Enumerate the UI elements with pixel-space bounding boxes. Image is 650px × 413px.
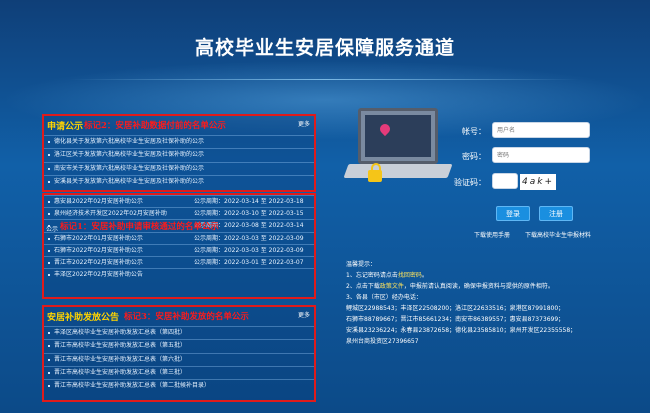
list-item[interactable]: 泉州经济技术开发区2022年02月安居补助 公示周期：2022-03-10 至 2… [44,207,314,219]
password-label: 密码： [462,152,486,161]
item-period: 公示周期：2022-03-10 至 2022-03-15 [194,210,304,218]
list-item[interactable]: 安溪县关于发放第六批高校毕业生安居及社保补助的公示 [44,174,314,188]
captcha-label: 验证码： [454,178,486,187]
panel-title: 安居补助发放公告 [47,313,120,323]
captcha-image[interactable]: 4ak+ [520,174,556,190]
tip-line-3: 3、各县（市区）经办电话： [346,294,422,301]
annotation-mark-1: 标记1：安居补助申请审核通过的名单公示 [60,222,219,232]
item-name: 惠安县2022年02月安居补助公示 [54,198,143,205]
list-item[interactable]: 石狮市2022年02月安居补助公示 公示周期：2022-03-03 至 2022-… [44,243,314,256]
lock-icon [368,163,382,182]
item-name: 晋江市2022年02月安居补助公示 [54,258,143,266]
annotation-mark-2: 标记2：安居补助数据付前的名单公示 [84,121,226,131]
list-item[interactable]: 洛江区关于发放第六批高校毕业生安居及社保补助的公示 [44,148,314,161]
item-name: 泉州经济技术开发区2022年02月安居补助 [54,210,167,218]
title-divider [70,79,580,80]
annotation-mark-3: 标记3：安居补助发放的名单公示 [124,312,249,322]
list-item[interactable]: 晋江市高校毕业生安居补助发放汇总表（第六批） [44,352,314,366]
list-item[interactable]: 晋江市高校毕业生安居补助发放汇总表（第五批） [44,339,314,352]
tips-section: 温馨提示： 1、忘记密码请点击找回密码。 2、点击下载政策文件，申报前请认真阅读… [346,259,646,347]
list-item[interactable]: 晋江市高校毕业生安居补助发放汇总表（第二批候补目录） [44,379,314,392]
tip-line-7: 泉州台商投资区27396657 [346,338,419,345]
password-input[interactable] [492,147,590,163]
register-button[interactable]: 注册 [539,206,573,221]
item-period: 公示周期：2022-03-03 至 2022-03-09 [194,234,304,242]
list-item[interactable]: 晋江市高校毕业生安居补助发放汇总表（第三批） [44,365,314,379]
more-link[interactable]: 更多 [298,310,310,319]
subsidy-publicity-panel: 惠安县2022年02月安居补助公示 公示周期：2022-03-14 至 2022-… [42,193,316,299]
list-item[interactable]: 惠安县2022年02月安居补助公示 公示周期：2022-03-14 至 2022-… [44,195,314,207]
item-name: 石狮市2022年02月安居补助公示 [54,246,143,254]
list-item[interactable]: 丰泽区2022年02月安居补助公告 [44,268,314,280]
list-item[interactable]: 德化县关于发放第六批高校毕业生安居及社保补助的公示 [44,135,314,148]
laptop-base [343,164,453,178]
tip-line-6: 安溪县23236224；永春县23872658；德化县23585810；泉州开发… [346,327,577,334]
captcha-input[interactable] [492,173,518,189]
laptop-illustration [340,104,453,204]
application-announcement-panel: 申请公示 标记2：安居补助数据付前的名单公示 更多 德化县关于发放第六批高校毕业… [42,114,316,192]
item-period: 公示周期：2022-03-14 至 2022-03-18 [194,198,304,205]
download-materials-link[interactable]: 下载高校毕业生申报材料 [525,230,591,239]
account-input[interactable] [492,122,590,138]
list-item[interactable]: 晋江市2022年02月安居补助公示 公示周期：2022-03-01 至 2022-… [44,255,314,268]
item-name: 丰泽区2022年02月安居补助公告 [54,271,143,279]
publicity-label: 公示 [46,226,59,233]
find-password-link[interactable]: 找回密码 [398,272,422,279]
laptop-screen [358,108,438,164]
panel-header: 安居补助发放公告 标记3：安居补助发放的名单公示 更多 [44,307,314,326]
tip-line-1: 1、忘记密码请点击找回密码。 [346,272,428,279]
item-name: 石狮市2022年01月安居补助公示 [54,234,143,242]
login-button[interactable]: 登录 [496,206,530,221]
panel-title: 申请公示 [47,122,84,132]
tip-line-2: 2、点击下载政策文件，申报前请认真阅读，确保申报资料与提供的原件相符。 [346,283,554,290]
list-item[interactable]: 丰泽区高校毕业生安居补助发放汇总表（第四批） [44,326,314,339]
download-manual-link[interactable]: 下载使用手册 [474,230,510,239]
more-link[interactable]: 更多 [298,119,310,128]
tip-line-4: 鲤城区22988543；丰泽区22508200；洛江区22633516；泉港区8… [346,305,565,312]
list-item[interactable]: 南安市关于发放第六批高校毕业生安居及社保补助的公示 [44,161,314,175]
list-item[interactable]: 石狮市2022年01月安居补助公示 公示周期：2022-03-03 至 2022-… [44,231,314,244]
panel-header: 申请公示 标记2：安居补助数据付前的名单公示 更多 [44,116,314,135]
page-title: 高校毕业生安居保障服务通道 [194,37,455,59]
account-label: 帐号： [462,127,486,136]
tips-heading: 温馨提示： [346,261,377,268]
item-period: 公示周期：2022-03-03 至 2022-03-09 [194,246,304,254]
policy-document-link[interactable]: 政策文件 [380,283,404,290]
tip-line-5: 石狮市88789667；晋江市85661234；南安市86389557；惠安县8… [346,316,565,323]
item-period: 公示周期：2022-03-01 至 2022-03-07 [194,258,304,266]
subsidy-payment-panel: 安居补助发放公告 标记3：安居补助发放的名单公示 更多 丰泽区高校毕业生安居补助… [42,305,316,402]
